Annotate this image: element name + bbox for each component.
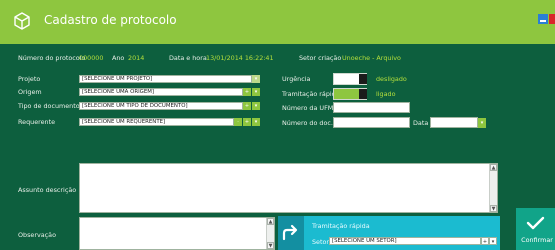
- origem-select[interactable]: [SELECIONE UMA ORIGEM]: [79, 88, 243, 96]
- data-input[interactable]: [430, 117, 478, 128]
- datetime-value: 13/01/2014 16:22:41: [206, 54, 274, 62]
- projeto-label: Projeto: [18, 75, 41, 83]
- urgencia-toggle[interactable]: [333, 73, 367, 85]
- requerente-dropdown-icon[interactable]: ▾: [252, 118, 260, 126]
- window-title: Cadastro de protocolo: [44, 13, 177, 27]
- protocol-number-value: 000000: [79, 54, 104, 62]
- tramitacao-rapida-toggle[interactable]: [333, 88, 367, 100]
- year-value: 2014: [128, 54, 145, 62]
- tramitacao-arrow-box: [278, 216, 304, 250]
- setor-label: Setor: [312, 238, 330, 246]
- tramitacao-panel-title: Tramitação rápida: [312, 222, 370, 230]
- projeto-select[interactable]: [SELECIONE UM PROJETO]: [79, 75, 252, 83]
- scroll-up-icon[interactable]: ▲: [490, 164, 497, 171]
- origem-add-icon[interactable]: +: [243, 88, 251, 96]
- observacao-label: Observação: [18, 231, 57, 239]
- scroll-up-icon[interactable]: ▲: [267, 218, 274, 225]
- origem-dropdown-icon[interactable]: ▾: [252, 88, 260, 96]
- requerente-select[interactable]: [SELECIONE UM REQUERENTE]: [79, 118, 234, 126]
- urgencia-label: Urgência: [282, 75, 311, 83]
- assunto-textarea[interactable]: ▲ ▼: [79, 163, 498, 213]
- toggle-knob: [359, 74, 367, 84]
- projeto-dropdown-icon[interactable]: ▾: [252, 75, 260, 83]
- setor-select[interactable]: [SELECIONE UM SETOR]: [329, 237, 481, 245]
- datetime-label: Data e hora: [169, 54, 207, 62]
- requerente-search-icon[interactable]: ·: [234, 118, 242, 126]
- tipo-documento-dropdown-icon[interactable]: ▾: [252, 102, 260, 110]
- setor-add-icon[interactable]: +: [481, 237, 489, 245]
- arrow-right-icon: [282, 224, 298, 241]
- requerente-label: Requerente: [18, 118, 56, 126]
- assunto-scrollbar[interactable]: ▲ ▼: [489, 164, 497, 212]
- calendar-icon[interactable]: ▾: [478, 118, 486, 128]
- checkmark-icon: [526, 216, 545, 230]
- requerente-add-icon[interactable]: +: [243, 118, 251, 126]
- tramitacao-rapida-label: Tramitação rápida: [282, 90, 340, 98]
- tipo-documento-label: Tipo de documento: [18, 102, 80, 110]
- ufmt-number-label: Número da UFMT: [282, 104, 338, 112]
- sector-label: Setor criação: [299, 54, 342, 62]
- doc-number-label: Número do doc.: [282, 119, 333, 127]
- cube-icon: [14, 12, 30, 30]
- observacao-textarea[interactable]: ▲ ▼: [79, 217, 275, 250]
- data-label: Data: [413, 119, 429, 127]
- doc-number-input[interactable]: [333, 117, 410, 128]
- confirm-label: Confirmar: [521, 236, 553, 244]
- tipo-documento-select[interactable]: [SELECIONE UM TIPO DE DOCUMENTO]: [79, 102, 243, 110]
- scroll-down-icon[interactable]: ▼: [267, 242, 274, 249]
- protocol-number-label: Número do protocolo: [18, 54, 86, 62]
- minimize-button[interactable]: [538, 14, 548, 24]
- observacao-scrollbar[interactable]: ▲ ▼: [266, 218, 274, 249]
- close-button[interactable]: [549, 14, 555, 24]
- setor-dropdown-icon[interactable]: ▾: [489, 237, 497, 245]
- year-label: Ano: [112, 54, 125, 62]
- origem-label: Origem: [18, 88, 42, 96]
- urgencia-state: desligado: [376, 75, 407, 83]
- tramitacao-rapida-state: ligado: [376, 90, 396, 98]
- scroll-down-icon[interactable]: ▼: [490, 205, 497, 212]
- tipo-documento-add-icon[interactable]: +: [243, 102, 251, 110]
- toggle-knob: [359, 89, 367, 99]
- ufmt-number-input[interactable]: [333, 102, 410, 113]
- sector-value: Unoeche - Arquivo: [342, 54, 401, 62]
- assunto-label: Assunto descrição: [18, 186, 77, 194]
